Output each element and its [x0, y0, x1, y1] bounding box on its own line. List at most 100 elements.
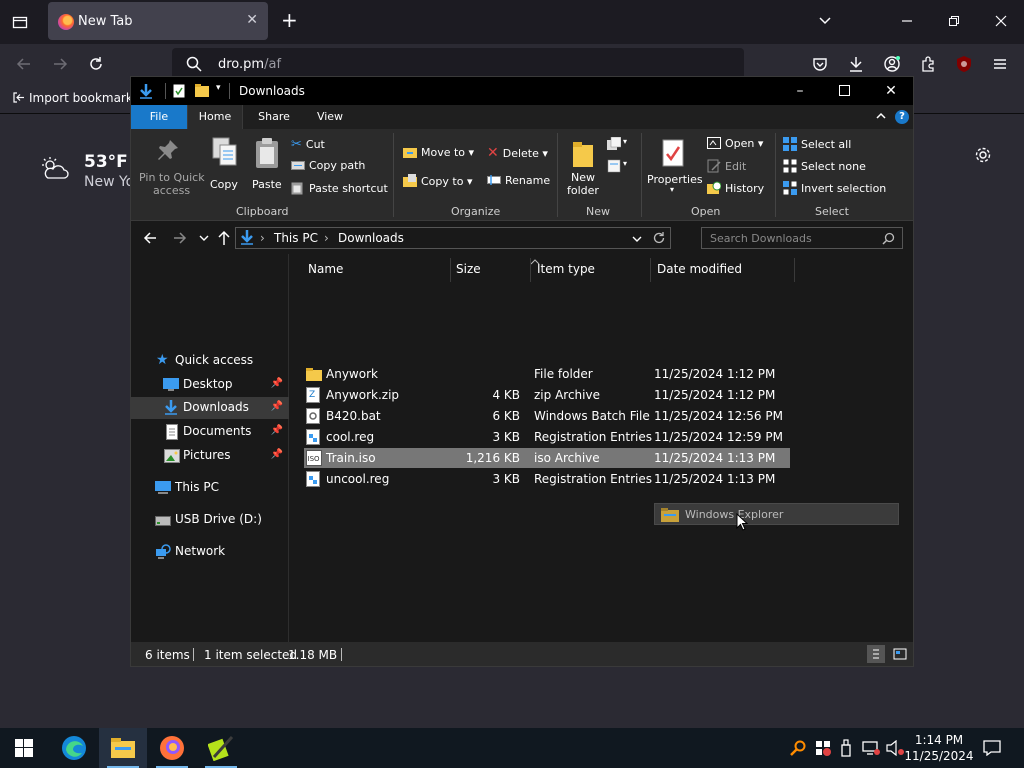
new-folder-quick-icon[interactable]: [195, 84, 209, 98]
pin-icon: 📌: [270, 378, 283, 389]
pin-to-quick-access-button[interactable]: Pin to Quick access: [137, 135, 205, 199]
explorer-minimize-icon[interactable]: –: [785, 81, 815, 101]
nav-item-desktop[interactable]: Desktop 📌: [131, 374, 289, 396]
column-header-name[interactable]: Name: [308, 262, 343, 276]
column-header-item-type[interactable]: Item type: [537, 262, 595, 276]
file-row-uncool-reg[interactable]: uncool.reg 3 KB Registration Entries 11/…: [304, 469, 790, 489]
tab-share[interactable]: Share: [249, 105, 299, 129]
hamburger-menu-icon[interactable]: [992, 56, 1008, 75]
explorer-close-icon[interactable]: ✕: [876, 81, 906, 101]
windows-logo-icon: [15, 739, 33, 757]
pocket-icon[interactable]: [812, 56, 828, 75]
group-label-open: Open: [691, 205, 721, 218]
copy-path-button[interactable]: Copy path: [291, 159, 365, 172]
nav-item-quick-access[interactable]: ★ Quick access: [131, 350, 289, 372]
rename-button[interactable]: Rename: [487, 174, 550, 187]
taskbar-edge[interactable]: [50, 728, 98, 768]
recent-locations-chevron-icon[interactable]: [199, 232, 209, 246]
explorer-title-bar[interactable]: ▾ Downloads – ✕: [131, 77, 913, 105]
file-row-train-iso[interactable]: ISO Train.iso 1,216 KB iso Archive 11/25…: [304, 448, 790, 468]
restore-icon[interactable]: [947, 14, 961, 31]
reload-icon[interactable]: [88, 56, 104, 75]
move-to-button[interactable]: Move to ▾: [403, 145, 474, 159]
file-row-anywork[interactable]: Anywork File folder 11/25/2024 1:12 PM: [304, 364, 790, 384]
properties-quick-icon[interactable]: [173, 84, 185, 98]
usb-device-icon[interactable]: [840, 739, 852, 760]
copy-button[interactable]: Copy: [207, 135, 243, 199]
column-header-date-modified[interactable]: Date modified: [657, 262, 742, 276]
downloads-icon[interactable]: [848, 56, 864, 75]
file-row-b420-bat[interactable]: B420.bat 6 KB Windows Batch File 11/25/2…: [304, 406, 790, 426]
cut-button[interactable]: ✂ Cut: [291, 137, 325, 152]
group-label-organize: Organize: [451, 205, 501, 218]
paste-button[interactable]: Paste: [249, 135, 285, 199]
account-icon[interactable]: [884, 56, 900, 75]
file-date: 11/25/2024 12:59 PM: [654, 430, 783, 444]
properties-button[interactable]: Properties ▾: [645, 135, 703, 199]
forward-arrow-icon[interactable]: [52, 56, 68, 75]
start-button[interactable]: [0, 728, 48, 768]
tab-file[interactable]: File: [131, 105, 187, 129]
tab-list-icon[interactable]: [12, 14, 28, 33]
forward-arrow-icon[interactable]: [173, 231, 187, 248]
address-bar[interactable]: › This PC › Downloads: [235, 227, 671, 249]
nav-item-usb-drive[interactable]: USB Drive (D:): [131, 509, 289, 531]
breadcrumb-this-pc[interactable]: This PC: [274, 231, 318, 245]
breadcrumb-downloads[interactable]: Downloads: [338, 231, 404, 245]
file-row-cool-reg[interactable]: cool.reg 3 KB Registration Entries 11/25…: [304, 427, 790, 447]
select-all-button[interactable]: Select all: [783, 137, 851, 151]
edit-button[interactable]: Edit: [707, 159, 746, 173]
new-item-button[interactable]: ▾: [607, 136, 631, 155]
search-downloads-input[interactable]: Search Downloads: [701, 227, 903, 249]
search-magnifier-icon[interactable]: [790, 740, 806, 759]
ublock-origin-icon[interactable]: [955, 55, 973, 76]
history-button[interactable]: History: [707, 181, 764, 195]
quick-access-dropdown-icon[interactable]: ▾: [216, 83, 221, 93]
copy-to-button[interactable]: Copy to ▾: [403, 174, 472, 188]
open-button[interactable]: Open ▾: [707, 137, 763, 150]
back-arrow-icon[interactable]: [143, 231, 157, 248]
taskbar-notepad-app[interactable]: [197, 728, 245, 768]
browser-tab-new-tab[interactable]: New Tab ✕: [48, 2, 268, 40]
volume-muted-icon[interactable]: [886, 739, 904, 759]
notifications-icon[interactable]: [983, 740, 1001, 759]
explorer-maximize-icon[interactable]: [830, 81, 860, 101]
tab-overflow-chevron-icon[interactable]: [818, 14, 832, 31]
new-tab-plus-icon[interactable]: +: [281, 10, 298, 30]
easy-access-button[interactable]: ▾: [607, 159, 631, 177]
tab-home[interactable]: Home: [187, 105, 243, 129]
details-view-icon[interactable]: [867, 645, 885, 663]
invert-selection-button[interactable]: Invert selection: [783, 181, 886, 195]
taskbar-clock[interactable]: 1:14 PM 11/25/2024: [904, 732, 974, 764]
settings-gear-icon[interactable]: [974, 146, 992, 167]
network-status-icon[interactable]: [862, 740, 880, 759]
close-window-icon[interactable]: [994, 14, 1008, 31]
address-dropdown-icon[interactable]: [632, 233, 642, 247]
tab-view[interactable]: View: [305, 105, 355, 129]
nav-item-network[interactable]: Network: [131, 541, 289, 563]
minimize-icon[interactable]: [900, 14, 914, 31]
new-folder-button[interactable]: New folder: [563, 135, 603, 199]
paste-shortcut-button[interactable]: Paste shortcut: [291, 181, 388, 195]
breadcrumb-separator: ›: [324, 231, 329, 245]
select-none-button[interactable]: Select none: [783, 159, 866, 173]
file-type: zip Archive: [534, 388, 600, 402]
taskbar-file-explorer[interactable]: [99, 728, 147, 768]
up-arrow-icon[interactable]: [217, 230, 231, 249]
back-arrow-icon[interactable]: [16, 56, 32, 75]
column-header-size[interactable]: Size: [456, 262, 481, 276]
nav-item-pictures[interactable]: Pictures 📌: [131, 445, 289, 467]
help-icon[interactable]: ?: [895, 110, 909, 124]
delete-button[interactable]: ✕ Delete ▾: [487, 145, 548, 161]
tab-close-icon[interactable]: ✕: [246, 12, 258, 28]
refresh-icon[interactable]: [652, 231, 666, 248]
collapse-ribbon-chevron-icon[interactable]: [875, 110, 887, 125]
nav-item-downloads[interactable]: Downloads 📌: [131, 397, 289, 419]
large-icons-view-icon[interactable]: [891, 645, 909, 663]
taskbar-firefox[interactable]: [148, 728, 196, 768]
nav-item-this-pc[interactable]: This PC: [131, 477, 289, 499]
security-shield-icon[interactable]: [815, 740, 831, 759]
file-row-anywork-zip[interactable]: Z Anywork.zip 4 KB zip Archive 11/25/202…: [304, 385, 790, 405]
extensions-icon[interactable]: [920, 56, 936, 75]
nav-item-documents[interactable]: Documents 📌: [131, 421, 289, 443]
